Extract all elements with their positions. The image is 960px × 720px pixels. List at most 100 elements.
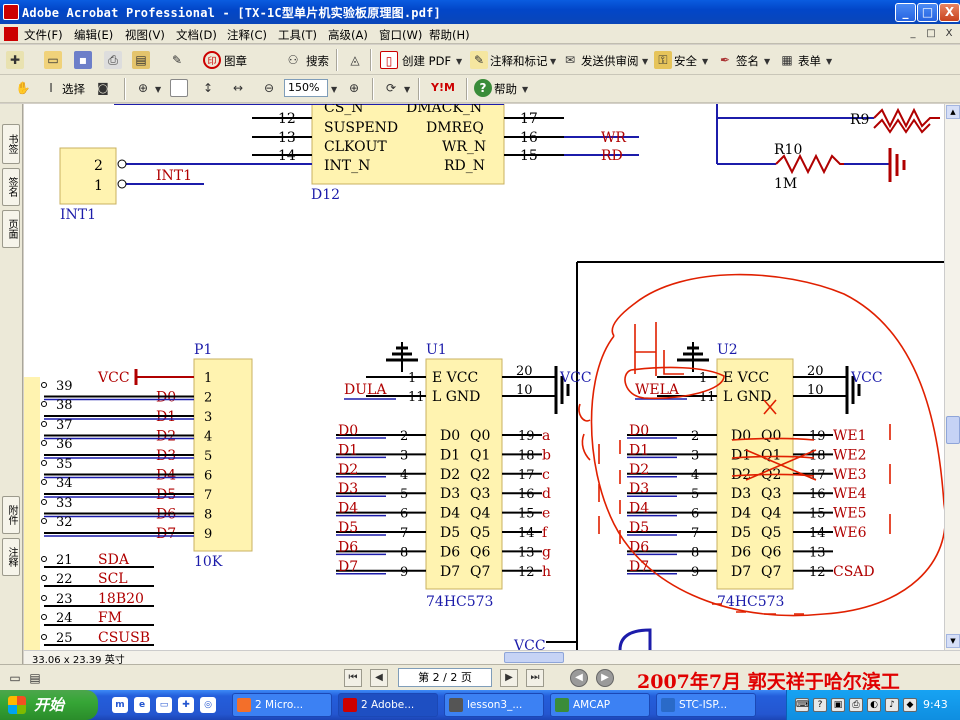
save-icon[interactable]: ▪ — [74, 51, 92, 69]
fit-page-icon[interactable]: ↕ — [199, 79, 217, 97]
document-view[interactable]: 12 13 14 CS_N SUSPEND CLKOUT INT_N DMACK… — [24, 104, 944, 650]
help-label[interactable]: 帮助 — [494, 81, 517, 97]
actual-size-icon[interactable] — [170, 79, 188, 97]
menu-comments[interactable]: 注释(C) — [227, 27, 267, 43]
task-adobe[interactable]: 2 Adobe... — [338, 693, 438, 717]
quicklaunch-explorer-icon[interactable]: ✚ — [178, 697, 194, 713]
scroll-down-icon[interactable]: ▼ — [946, 634, 960, 648]
acrobat-app-icon[interactable] — [3, 4, 19, 20]
tray-app-icon[interactable]: ◐ — [867, 698, 881, 712]
review-label[interactable]: 发送供审阅 — [581, 53, 639, 69]
open-folder-icon[interactable]: ▭ — [44, 51, 62, 69]
horizontal-scrollbar[interactable]: 33.06 x 23.39 英寸 — [24, 650, 960, 666]
chevron-down-icon[interactable]: ▼ — [550, 57, 556, 66]
tray-printer-icon[interactable]: ⎙ — [849, 698, 863, 712]
menu-help[interactable]: 帮助(H) — [429, 27, 470, 43]
hscroll-thumb[interactable] — [504, 652, 564, 663]
quicklaunch-media-icon[interactable]: ◎ — [200, 697, 216, 713]
chevron-down-icon[interactable]: ▼ — [702, 57, 708, 66]
tab-signatures[interactable]: 签名 — [2, 168, 20, 206]
next-view-button[interactable]: ▶ — [596, 669, 614, 687]
stamp-icon[interactable]: 印 — [203, 51, 221, 69]
page-number-field[interactable]: 第 2 / 2 页 — [398, 668, 492, 687]
quicklaunch-desktop-icon[interactable]: ▭ — [156, 697, 172, 713]
zoom-plus-icon[interactable]: ⊕ — [345, 79, 363, 97]
next-page-button[interactable]: ▶ — [500, 669, 518, 687]
scroll-up-icon[interactable]: ▲ — [946, 105, 960, 119]
quicklaunch-messenger-icon[interactable]: m — [112, 697, 128, 713]
sign-label[interactable]: 签名 — [736, 53, 759, 69]
tray-help-icon[interactable]: ? — [813, 698, 827, 712]
tab-bookmarks[interactable]: 书签 — [2, 124, 20, 164]
snapshot-icon[interactable]: ◙ — [94, 79, 112, 97]
rotate-view-icon[interactable]: ⟳ — [382, 79, 400, 97]
security-label[interactable]: 安全 — [674, 53, 697, 69]
vertical-scrollbar[interactable]: ▲ ▼ — [944, 104, 960, 650]
task-stc-isp[interactable]: STC-ISP... — [656, 693, 756, 717]
document-icon[interactable] — [4, 27, 18, 41]
zoom-level-field[interactable]: 150% — [284, 79, 328, 97]
menu-advanced[interactable]: 高级(A) — [328, 27, 368, 43]
tray-security-icon[interactable]: ◆ — [903, 698, 917, 712]
print-icon[interactable]: ⎙ — [104, 51, 122, 69]
maximize-button[interactable]: □ — [917, 3, 938, 22]
binoculars-icon[interactable]: ⚇ — [284, 51, 302, 69]
first-page-button[interactable]: ⏮ — [344, 669, 362, 687]
scroll-thumb[interactable] — [946, 416, 960, 444]
start-button[interactable]: 开始 — [0, 690, 98, 720]
tab-pages[interactable]: 页面 — [2, 210, 20, 248]
form-icon[interactable]: ▦ — [778, 51, 796, 69]
chevron-down-icon[interactable]: ▼ — [522, 85, 528, 94]
tray-network-icon[interactable]: ▣ — [831, 698, 845, 712]
mdi-minimize-button[interactable]: _ — [905, 26, 921, 42]
pdf-tools-icon[interactable]: ◬ — [346, 51, 364, 69]
previous-page-button[interactable]: ◀ — [370, 669, 388, 687]
forms-label[interactable]: 表单 — [798, 53, 821, 69]
chevron-down-icon[interactable]: ▼ — [331, 85, 337, 94]
select-text-icon[interactable]: I — [42, 79, 60, 97]
tab-comments[interactable]: 注释 — [2, 538, 20, 576]
task-lesson3[interactable]: lesson3_... — [444, 693, 544, 717]
select-label[interactable]: 选择 — [62, 81, 85, 97]
create-pdf-label[interactable]: 创建 PDF — [402, 53, 451, 69]
menu-file[interactable]: 文件(F) — [24, 27, 63, 43]
task-amcap[interactable]: AMCAP — [550, 693, 650, 717]
menu-tools[interactable]: 工具(T) — [278, 27, 317, 43]
quicklaunch-browser-icon[interactable]: e — [134, 697, 150, 713]
chevron-down-icon[interactable]: ▼ — [404, 85, 410, 94]
fit-width-icon[interactable]: ↔ — [229, 79, 247, 97]
pen-icon[interactable]: ✒ — [716, 51, 734, 69]
comment-icon[interactable]: ✎ — [470, 51, 488, 69]
tab-attachments[interactable]: 附件 — [2, 496, 20, 534]
new-document-icon[interactable]: ✚ — [6, 51, 24, 69]
menu-view[interactable]: 视图(V) — [125, 27, 165, 43]
previous-view-button[interactable]: ◀ — [570, 669, 588, 687]
menu-document[interactable]: 文档(D) — [176, 27, 217, 43]
chevron-down-icon[interactable]: ▼ — [826, 57, 832, 66]
organizer-icon[interactable]: ▤ — [132, 51, 150, 69]
last-page-button[interactable]: ⏭ — [526, 669, 544, 687]
chevron-down-icon[interactable]: ▼ — [764, 57, 770, 66]
layout-continuous-icon[interactable]: ▤ — [26, 669, 44, 687]
review-icon[interactable]: ✉ — [561, 51, 579, 69]
tray-volume-icon[interactable]: ♪ — [885, 698, 899, 712]
zoom-in-icon[interactable]: ⊕ — [134, 79, 152, 97]
chevron-down-icon[interactable]: ▼ — [155, 85, 161, 94]
close-button[interactable]: X — [939, 3, 960, 22]
attach-icon[interactable]: ✎ — [168, 51, 186, 69]
menu-edit[interactable]: 编辑(E) — [74, 27, 113, 43]
layout-single-icon[interactable]: ▭ — [6, 669, 24, 687]
search-label[interactable]: 搜索 — [306, 53, 329, 69]
yahoo-toolbar-icon[interactable]: Y!M — [426, 79, 460, 97]
hand-tool-icon[interactable]: ✋ — [14, 79, 32, 97]
lock-icon[interactable]: ⚿ — [654, 51, 672, 69]
chevron-down-icon[interactable]: ▼ — [456, 57, 462, 66]
zoom-out-icon[interactable]: ⊖ — [260, 79, 278, 97]
minimize-button[interactable]: _ — [895, 3, 916, 22]
mdi-restore-button[interactable]: □ — [923, 26, 939, 42]
task-microsoft[interactable]: 2 Micro... — [232, 693, 332, 717]
menu-window[interactable]: 窗口(W) — [379, 27, 422, 43]
mdi-close-button[interactable]: X — [941, 26, 957, 42]
help-icon[interactable]: ? — [474, 79, 492, 97]
create-pdf-icon[interactable]: ▯ — [380, 51, 398, 69]
